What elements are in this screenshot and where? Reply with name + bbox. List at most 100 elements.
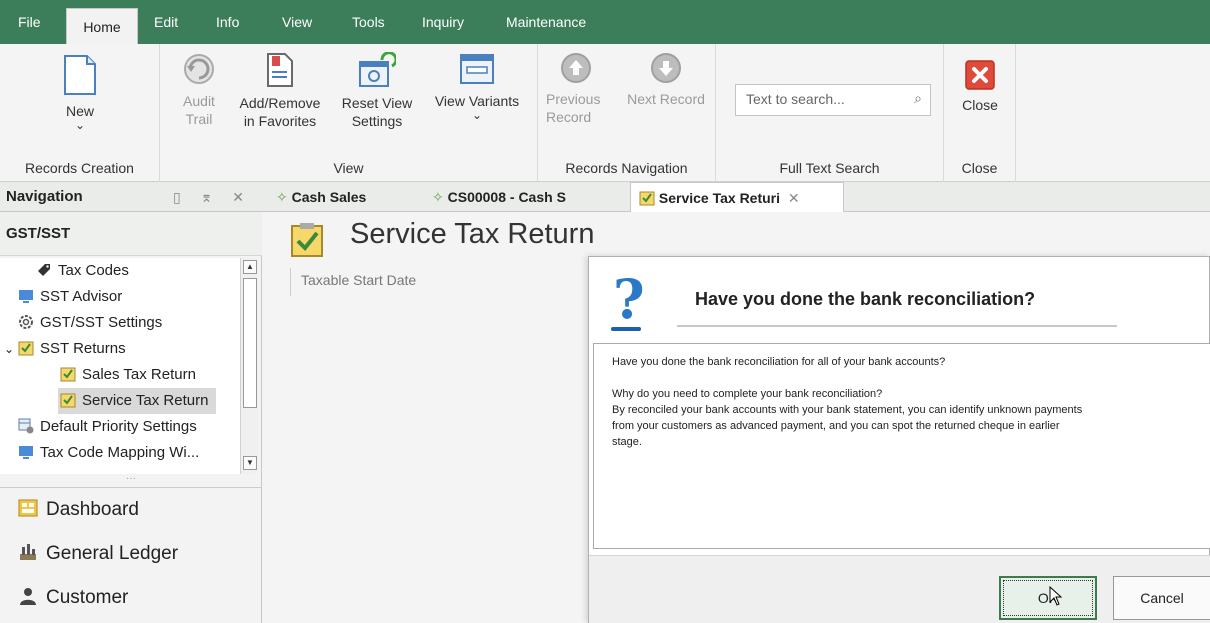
- dialog-divider: [677, 325, 1117, 327]
- chevron-down-icon: ⌄: [74, 118, 86, 132]
- menu-inquiry[interactable]: Inquiry: [416, 0, 470, 44]
- ribbon-group-records-creation: New ⌄ Records Creation: [0, 44, 160, 182]
- next-record-label: Next Record: [627, 91, 705, 107]
- records-grid: Taxable Start Date: [262, 262, 588, 623]
- add-remove-favorites-button[interactable]: Add/Remove in Favorites: [230, 52, 330, 130]
- expand-chevron-icon[interactable]: ⌄: [4, 336, 18, 362]
- ok-button[interactable]: OK: [999, 576, 1097, 620]
- column-header-taxable-start-date[interactable]: Taxable Start Date: [290, 268, 588, 296]
- menu-home[interactable]: Home: [66, 8, 138, 44]
- tab-cash-sales[interactable]: ✧ Cash Sales: [268, 182, 414, 212]
- menu-file[interactable]: File: [12, 0, 47, 44]
- pane-splitter[interactable]: ···: [0, 474, 262, 488]
- ribbon-group-records-navigation: Previous Record Next Record Records Navi…: [538, 44, 716, 182]
- ribbon-group-view: Audit Trail Add/Remove in Favorites Rese…: [160, 44, 538, 182]
- favorites-document-icon: [267, 53, 293, 87]
- audit-trail-label: Audit Trail: [183, 93, 215, 127]
- next-record-button[interactable]: Next Record: [618, 52, 714, 108]
- tree-item-default-priority-settings[interactable]: Default Priority Settings: [18, 414, 197, 440]
- arrow-down-circle-icon: [651, 53, 681, 83]
- checklist-icon: [60, 393, 76, 408]
- checklist-icon: [291, 223, 323, 257]
- previous-record-button[interactable]: Previous Record: [546, 52, 616, 126]
- gear-icon: [19, 315, 33, 329]
- new-button[interactable]: New ⌄: [40, 54, 120, 132]
- close-icon: [965, 60, 995, 90]
- ribbon-group-label: Close: [961, 160, 998, 176]
- ribbon-group-label: Full Text Search: [779, 160, 880, 176]
- monitor-icon: [19, 290, 33, 303]
- tree-item-service-tax-return[interactable]: Service Tax Return: [58, 388, 217, 414]
- cancel-button[interactable]: Cancel: [1113, 576, 1210, 620]
- message-line: Why do you need to complete your bank re…: [612, 388, 883, 400]
- view-variants-icon: [460, 54, 494, 84]
- arrow-up-circle-icon: [561, 53, 591, 83]
- module-customer[interactable]: Customer: [0, 576, 262, 620]
- ledger-icon: [20, 544, 36, 560]
- reset-view-settings-button[interactable]: Reset View Settings: [334, 52, 420, 130]
- menu-maintenance[interactable]: Maintenance: [500, 0, 592, 44]
- previous-record-label: Previous Record: [546, 91, 601, 125]
- ribbon-group-label: Records Creation: [25, 160, 134, 176]
- dashboard-icon: [18, 499, 38, 517]
- tab-close-icon[interactable]: ✕: [788, 190, 800, 206]
- message-line: By reconciled your bank accounts with yo…: [612, 404, 1083, 416]
- message-line: from your customers as advanced payment,…: [612, 420, 1060, 432]
- module-label: General Ledger: [46, 543, 179, 564]
- navigation-pane: GST/SST Tax Codes SST Advisor GST/SST Se…: [0, 212, 262, 623]
- tree-item-sst-advisor[interactable]: SST Advisor: [18, 284, 122, 310]
- tree-label: Default Priority Settings: [40, 418, 197, 435]
- tree-label: Service Tax Return: [82, 392, 209, 409]
- audit-trail-button[interactable]: Audit Trail: [172, 52, 226, 128]
- nav-section-title: GST/SST: [0, 212, 262, 256]
- confirmation-dialog: ? Have you done the bank reconciliation?…: [588, 256, 1210, 623]
- menu-edit[interactable]: Edit: [148, 0, 184, 44]
- menu-tools[interactable]: Tools: [346, 0, 391, 44]
- search-input[interactable]: Text to search... ⌕: [735, 84, 931, 116]
- search-icon[interactable]: ⌕: [914, 90, 922, 107]
- new-document-icon: [64, 55, 96, 95]
- tree-item-tax-code-mapping[interactable]: Tax Code Mapping Wi...: [18, 440, 199, 466]
- scroll-down-icon[interactable]: ▼: [243, 456, 257, 470]
- module-dashboard[interactable]: Dashboard: [0, 488, 262, 532]
- reset-view-settings-label: Reset View Settings: [341, 95, 413, 129]
- tree-label: Tax Codes: [58, 262, 129, 279]
- audit-trail-icon: [184, 54, 214, 84]
- question-icon: ?: [613, 267, 645, 331]
- scroll-thumb[interactable]: [243, 278, 257, 408]
- dialog-footer: OK Cancel: [589, 555, 1210, 623]
- tab-label: CS00008 - Cash S: [447, 189, 566, 205]
- tree-label: SST Advisor: [40, 288, 123, 305]
- tree-scrollbar[interactable]: ▲ ▼: [240, 258, 258, 474]
- tree-item-sst-returns[interactable]: ⌄ SST Returns: [4, 336, 126, 362]
- navigation-title: Navigation: [6, 188, 83, 205]
- tab-service-tax-return[interactable]: Service Tax Returi ✕: [630, 182, 844, 212]
- tree-item-sales-tax-return[interactable]: Sales Tax Return: [60, 362, 196, 388]
- close-button[interactable]: Close: [954, 60, 1006, 114]
- scroll-up-icon[interactable]: ▲: [243, 260, 257, 274]
- tab-cs00008[interactable]: ✧ CS00008 - Cash S: [424, 182, 616, 212]
- tree-label: GST/SST Settings: [40, 314, 163, 331]
- monitor-icon: [19, 446, 33, 459]
- menu-view[interactable]: View: [276, 0, 318, 44]
- view-variants-button[interactable]: View Variants ⌄: [424, 52, 530, 121]
- close-label: Close: [962, 97, 998, 113]
- menu-bar: File Home Edit Info View Tools Inquiry M…: [0, 0, 1210, 44]
- customer-icon: [20, 588, 36, 605]
- module-general-ledger[interactable]: General Ledger: [0, 532, 262, 576]
- page-header: Service Tax Return: [262, 212, 1210, 262]
- tab-row: Navigation ▯ ⌆ ✕ ✧ Cash Sales ✧ CS00008 …: [0, 182, 1210, 212]
- menu-info[interactable]: Info: [210, 0, 245, 44]
- ribbon-group-close: Close Close: [944, 44, 1016, 182]
- panel-controls[interactable]: ▯ ⌆ ✕: [173, 182, 252, 212]
- settings-grid-icon: [18, 418, 34, 434]
- navigation-tree: Tax Codes SST Advisor GST/SST Settings ⌄…: [0, 258, 240, 474]
- cash-sales-icon: ✧: [276, 189, 288, 205]
- search-placeholder: Text to search...: [746, 91, 845, 107]
- ribbon: New ⌄ Records Creation Audit Trail Add/R…: [0, 44, 1210, 182]
- tree-item-gst-sst-settings[interactable]: GST/SST Settings: [18, 310, 162, 336]
- ribbon-group-label: View: [333, 160, 364, 176]
- checklist-icon: [60, 367, 76, 382]
- tree-item-tax-codes[interactable]: Tax Codes: [36, 258, 129, 284]
- tree-label: SST Returns: [40, 340, 126, 357]
